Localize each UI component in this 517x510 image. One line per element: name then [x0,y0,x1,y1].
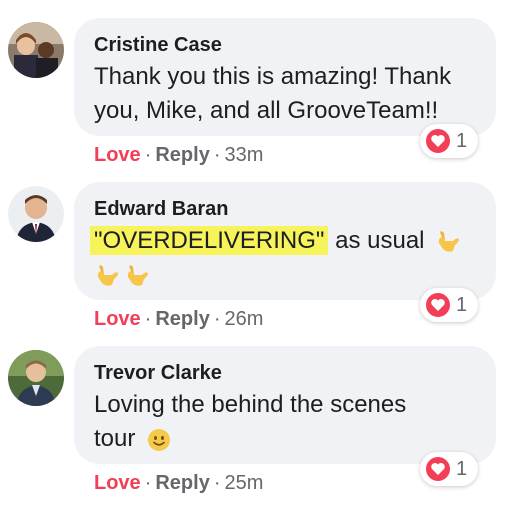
comment-bubble: Cristine Case Thank you this is amazing!… [74,18,496,158]
comment-text-line: tour [94,425,136,452]
love-button[interactable]: Love [94,308,141,330]
reply-button[interactable]: Reply [155,472,209,494]
comment-bubble: Trevor Clarke Loving the behind the scen… [74,346,496,486]
comment-text-line: Thank you this is amazing! Thank [94,63,452,90]
comment-text-line: you, Mike, and all GrooveTeam!! [94,97,439,124]
highlighted-text: "OVERDELIVERING" [90,226,329,255]
reply-button[interactable]: Reply [155,144,209,166]
smiling-face-icon [146,427,172,453]
comment-text: Loving the behind the scenes tour [94,388,478,456]
separator: · [213,472,221,494]
call-me-hand-icon [435,229,461,255]
comment-author[interactable]: Trevor Clarke [94,360,478,386]
comment-text: "OVERDELIVERING" as usual [90,224,478,292]
reaction-badge[interactable]: 1 [420,288,478,322]
comment-timestamp[interactable]: 33m [225,144,264,166]
call-me-hand-icon [124,263,150,289]
separator: · [213,144,221,166]
comment-thread: Cristine Case Thank you this is amazing!… [0,0,517,510]
heart-icon [424,127,452,155]
reaction-count: 1 [456,457,468,480]
reaction-badge[interactable]: 1 [420,124,478,158]
reply-button[interactable]: Reply [155,308,209,330]
comment-text-line: as usual [328,227,425,254]
separator: · [144,308,152,330]
avatar[interactable] [8,22,64,78]
comment-author[interactable]: Cristine Case [94,32,478,58]
separator: · [144,144,152,166]
comment-bubble: Edward Baran "OVERDELIVERING" as usual 1 [74,182,496,322]
comment-timestamp[interactable]: 25m [225,472,264,494]
love-button[interactable]: Love [94,144,141,166]
heart-icon [424,455,452,483]
comment-actions: Love · Reply · 26m [94,306,263,332]
love-button[interactable]: Love [94,472,141,494]
comment-timestamp[interactable]: 26m [225,308,264,330]
reaction-count: 1 [456,293,468,316]
heart-icon [424,291,452,319]
separator: · [213,308,221,330]
reaction-badge[interactable]: 1 [420,452,478,486]
separator: · [144,472,152,494]
comment-author[interactable]: Edward Baran [94,196,478,222]
avatar[interactable] [8,350,64,406]
avatar[interactable] [8,186,64,242]
call-me-hand-icon [94,263,120,289]
comment-actions: Love · Reply · 25m [94,470,263,496]
comment-text: Thank you this is amazing! Thank you, Mi… [94,60,478,128]
comment-actions: Love · Reply · 33m [94,142,263,168]
reaction-count: 1 [456,129,468,152]
comment-text-line: Loving the behind the scenes [94,391,407,418]
